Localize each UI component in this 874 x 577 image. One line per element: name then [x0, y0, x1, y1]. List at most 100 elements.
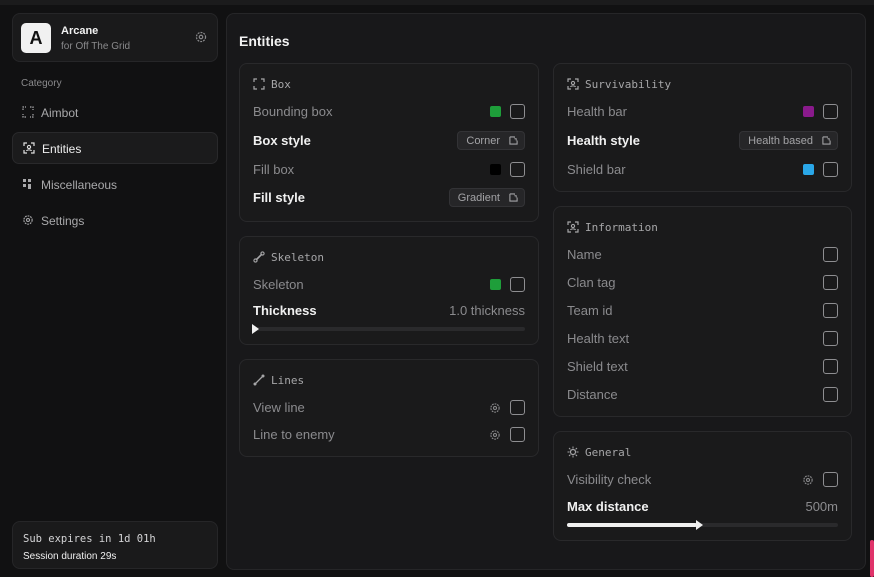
window-top-bar — [0, 0, 874, 5]
gear-icon[interactable] — [194, 30, 208, 44]
visibility-check-label: Visibility check — [567, 472, 652, 487]
box-style-select[interactable]: Corner — [457, 131, 525, 150]
info-team-id-row: Team id — [567, 301, 838, 321]
bounding-box-color-swatch[interactable] — [490, 106, 501, 117]
card-title: Information — [585, 221, 658, 234]
card-header: Box — [253, 78, 291, 92]
skeleton-checkbox[interactable] — [510, 277, 525, 292]
survivability-card: Survivability Health bar Health style He… — [553, 63, 852, 192]
category-label: Category — [21, 78, 62, 89]
card-header: Information — [567, 221, 658, 235]
sidebar-item-aimbot[interactable]: Aimbot — [12, 97, 218, 129]
sidebar-item-settings[interactable]: Settings — [12, 205, 218, 237]
sidebar-item-entities[interactable]: Entities — [12, 132, 218, 164]
box-icon — [253, 78, 265, 90]
health-bar-color-swatch[interactable] — [803, 106, 814, 117]
box-style-value: Corner — [466, 135, 500, 147]
box-card: Box Bounding box Box style Corner Fill b… — [239, 63, 539, 222]
health-style-label: Health style — [567, 133, 640, 148]
thickness-row: Thickness 1.0 thickness — [253, 301, 525, 321]
view-line-label: View line — [253, 400, 305, 415]
box-style-row: Box style Corner — [253, 131, 525, 151]
visibility-check-row: Visibility check — [567, 470, 838, 490]
card-title: General — [585, 446, 632, 459]
slider-handle[interactable] — [252, 324, 259, 334]
sidebar-item-label: Entities — [42, 142, 82, 156]
info-name-checkbox[interactable] — [823, 247, 838, 262]
info-distance-label: Distance — [567, 387, 618, 402]
entities-icon — [23, 142, 35, 154]
info-distance-row: Distance — [567, 385, 838, 405]
chevron-icon — [822, 136, 831, 145]
sidebar-item-label: Settings — [41, 214, 85, 228]
skeleton-card: Skeleton Skeleton Thickness 1.0 thicknes… — [239, 236, 539, 345]
brand-card: A Arcane for Off The Grid — [12, 13, 218, 62]
information-icon — [567, 221, 579, 233]
bone-icon — [253, 251, 265, 263]
info-health-text-row: Health text — [567, 329, 838, 349]
gear-icon[interactable] — [489, 429, 501, 441]
app-logo: A — [21, 23, 51, 53]
information-card: Information Name Clan tag Team id Health… — [553, 206, 852, 417]
health-bar-checkbox[interactable] — [823, 104, 838, 119]
slider-handle[interactable] — [696, 520, 704, 530]
general-card: General Visibility check Max distance 50… — [553, 431, 852, 541]
fill-box-color-swatch[interactable] — [490, 164, 501, 175]
info-shield-text-checkbox[interactable] — [823, 359, 838, 374]
shield-bar-color-swatch[interactable] — [803, 164, 814, 175]
info-health-text-checkbox[interactable] — [823, 331, 838, 346]
thickness-slider[interactable] — [252, 324, 525, 334]
thickness-value: 1.0 thickness — [449, 303, 525, 318]
gear-icon[interactable] — [489, 402, 501, 414]
gear-icon[interactable] — [802, 474, 814, 486]
subscription-expiry: Sub expires in 1d 01h — [23, 533, 156, 545]
skeleton-color-swatch[interactable] — [490, 279, 501, 290]
view-line-row: View line — [253, 398, 525, 418]
card-header: General — [567, 446, 631, 460]
card-header: Survivability — [567, 78, 671, 92]
survivability-icon — [567, 78, 579, 90]
fill-box-checkbox[interactable] — [510, 162, 525, 177]
skeleton-label: Skeleton — [253, 277, 304, 292]
max-distance-slider[interactable] — [567, 520, 838, 530]
info-name-label: Name — [567, 247, 602, 262]
subscription-info: Sub expires in 1d 01h Session duration 2… — [12, 521, 218, 569]
info-distance-checkbox[interactable] — [823, 387, 838, 402]
chevron-icon — [509, 193, 518, 202]
thickness-label: Thickness — [253, 303, 317, 318]
info-clan-tag-label: Clan tag — [567, 275, 616, 290]
fill-style-row: Fill style Gradient — [253, 188, 525, 208]
bounding-box-checkbox[interactable] — [510, 104, 525, 119]
info-shield-text-row: Shield text — [567, 357, 838, 377]
crosshair-icon — [22, 106, 34, 118]
health-style-value: Health based — [748, 135, 813, 147]
info-clan-tag-row: Clan tag — [567, 273, 838, 293]
fill-box-row: Fill box — [253, 160, 525, 180]
app-subtitle: for Off The Grid — [61, 41, 131, 52]
info-clan-tag-checkbox[interactable] — [823, 275, 838, 290]
lines-card: Lines View line Line to enemy — [239, 359, 539, 457]
app-title: Arcane — [61, 25, 99, 37]
sidebar-item-miscellaneous[interactable]: Miscellaneous — [12, 169, 218, 201]
info-health-text-label: Health text — [567, 331, 630, 346]
health-style-select[interactable]: Health based — [739, 131, 838, 150]
shield-bar-checkbox[interactable] — [823, 162, 838, 177]
health-bar-row: Health bar — [567, 102, 838, 122]
fill-style-label: Fill style — [253, 190, 306, 205]
info-team-id-checkbox[interactable] — [823, 303, 838, 318]
visibility-check-checkbox[interactable] — [823, 472, 838, 487]
line-to-enemy-checkbox[interactable] — [510, 427, 525, 442]
info-shield-text-label: Shield text — [567, 359, 628, 374]
view-line-checkbox[interactable] — [510, 400, 525, 415]
sidebar-item-label: Miscellaneous — [41, 178, 118, 192]
info-team-id-label: Team id — [567, 303, 613, 318]
skeleton-row: Skeleton — [253, 275, 525, 295]
bounding-box-label: Bounding box — [253, 104, 333, 119]
fill-style-select[interactable]: Gradient — [448, 188, 525, 207]
slider-fill — [567, 523, 698, 527]
card-title: Box — [271, 78, 291, 91]
line-to-enemy-label: Line to enemy — [253, 427, 335, 442]
shield-bar-row: Shield bar — [567, 160, 838, 180]
card-header: Skeleton — [253, 251, 324, 265]
gear-icon — [23, 215, 33, 225]
